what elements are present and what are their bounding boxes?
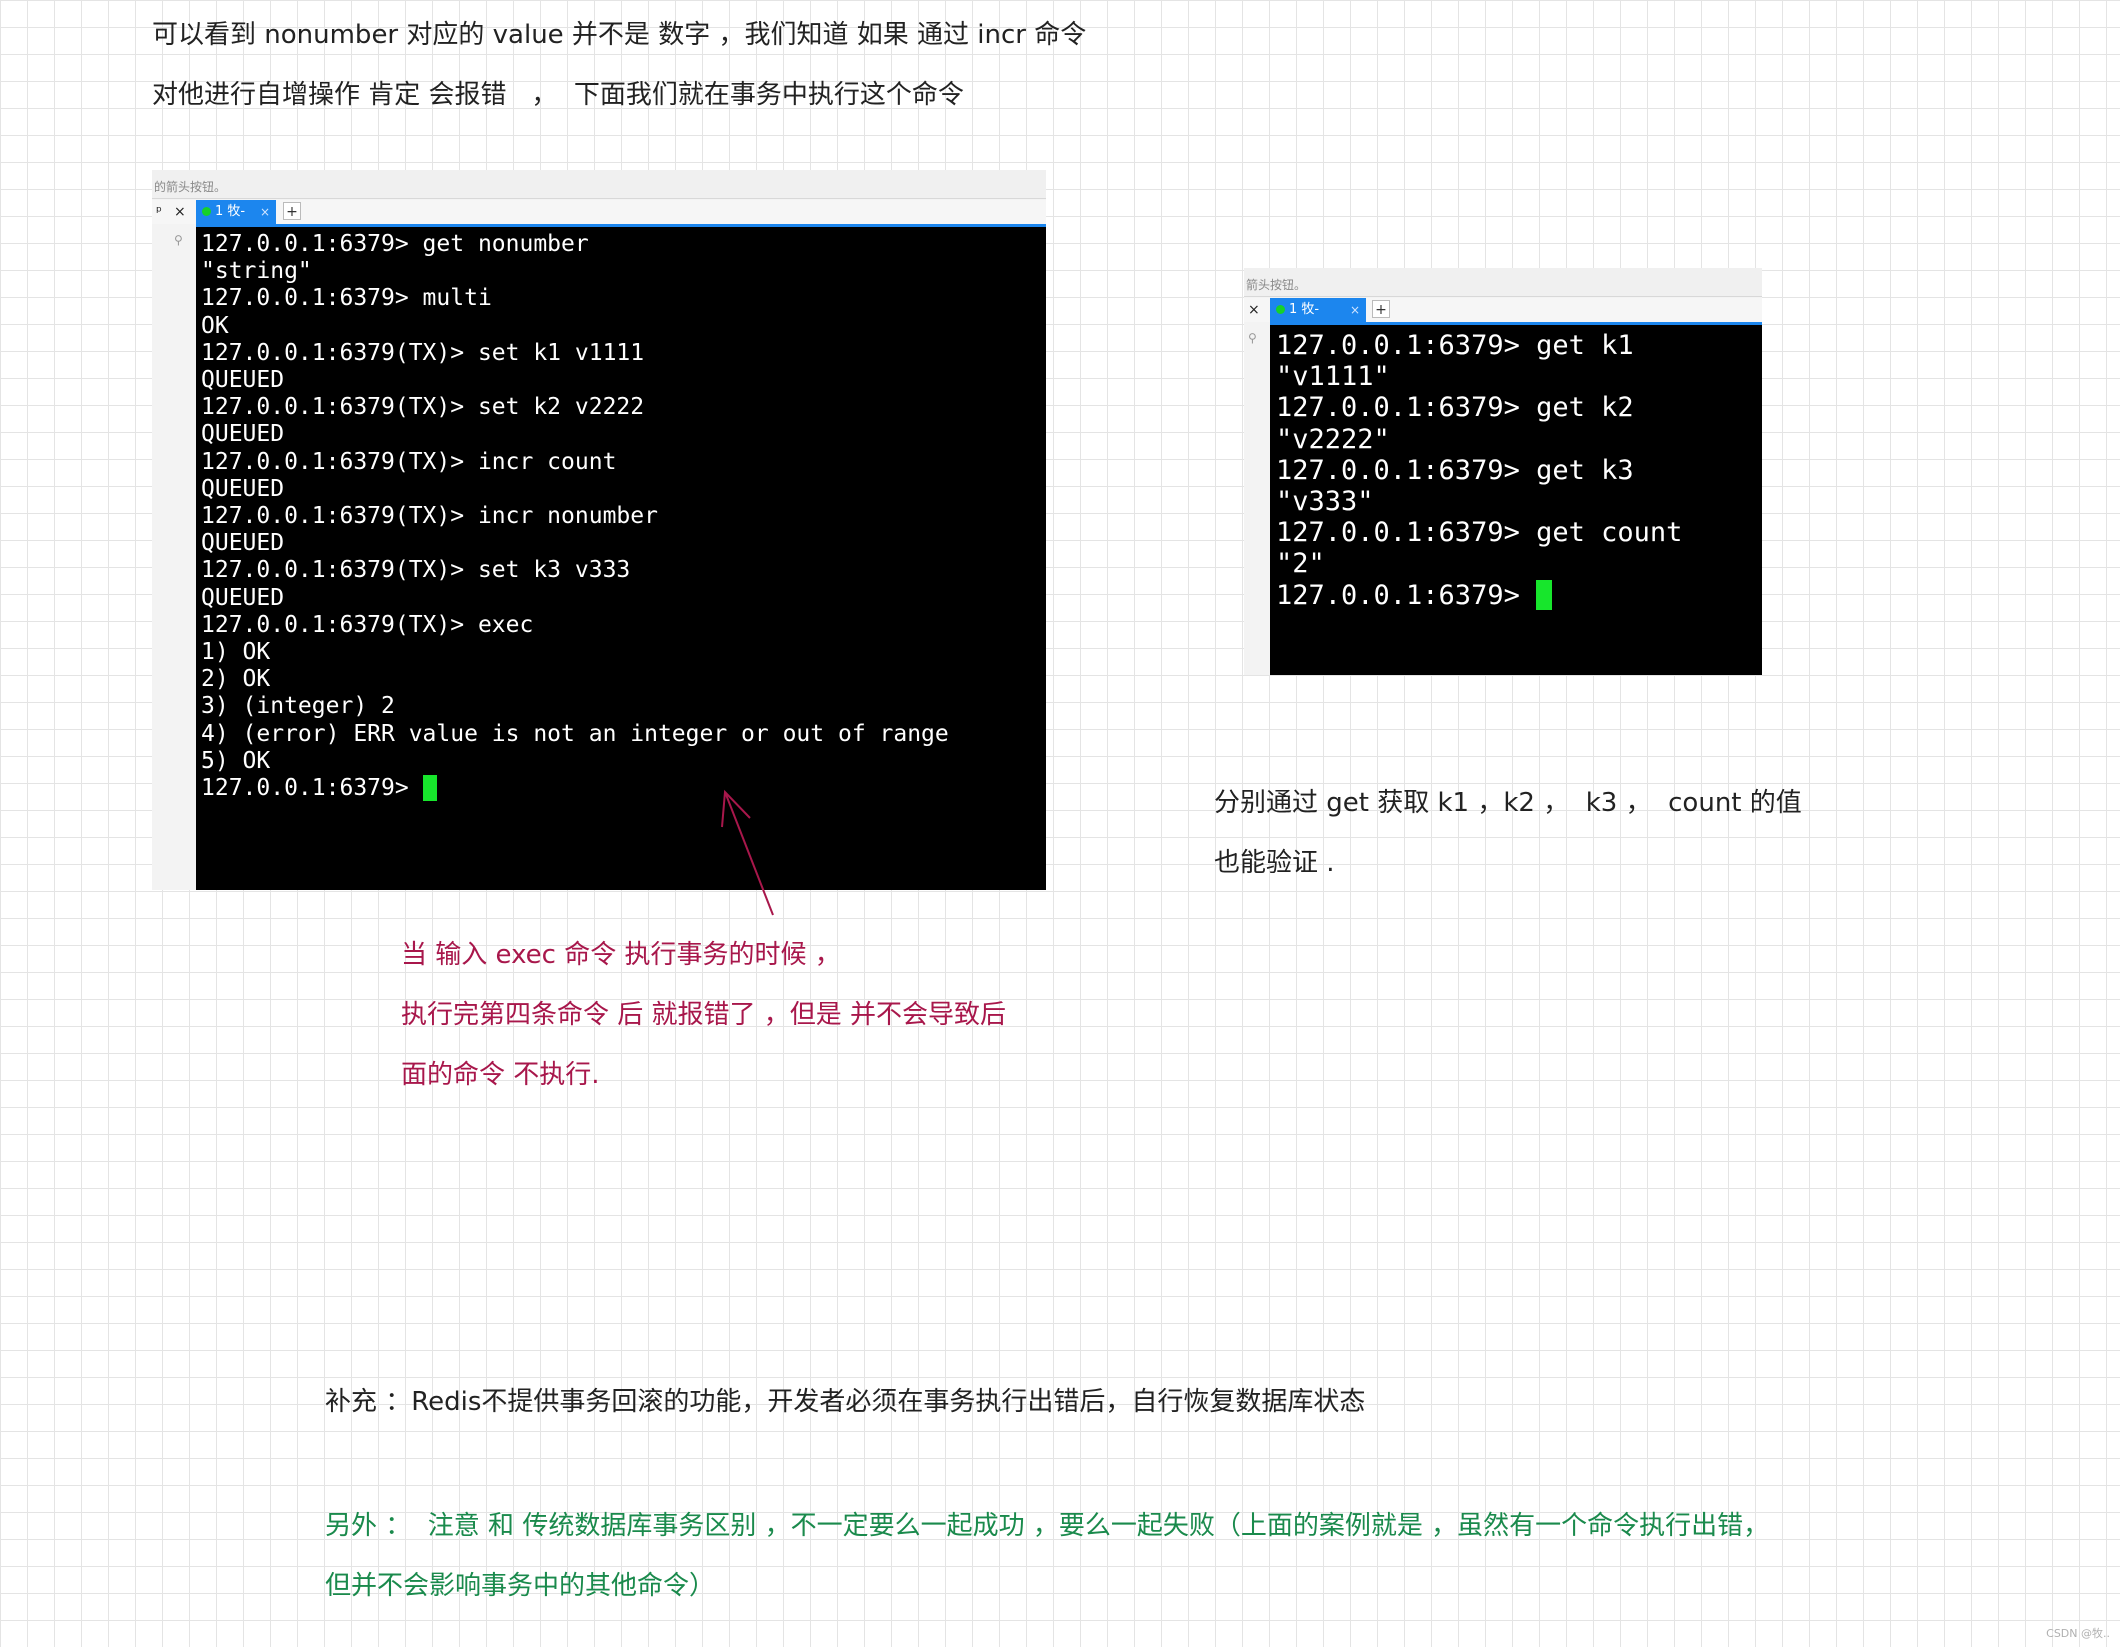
left-close-panel-button[interactable]: × [174, 203, 186, 221]
supplement-note: 补充 ：Redis不提供事务回滚的功能，开发者必须在事务执行出错后，自行恢复数据… [325, 1387, 1366, 1417]
terminal-line: QUEUED [201, 530, 285, 557]
annotation-line-2: 执行完第四条命令 后 就报错了 ，但是 并不会导致后 [401, 1000, 1007, 1030]
terminal-line: QUEUED [201, 584, 285, 611]
extra-note-line-1: 另外 ： 注意 和 传统数据库事务区别 ，不一定要么一起成功 ，要么一起失败（上… [325, 1511, 1770, 1541]
right-tabbar: × 1 牧- × + [1244, 298, 1762, 322]
terminal-line: QUEUED [201, 421, 285, 448]
terminal-line: 2) OK [201, 666, 271, 693]
right-window-titlebar: 箭头按钮。 [1244, 268, 1762, 297]
terminal-prompt: 127.0.0.1:6379> [201, 775, 423, 802]
terminal-line: 127.0.0.1:6379(TX)> incr count [201, 448, 617, 475]
terminal-line: 127.0.0.1:6379> multi [201, 285, 492, 312]
terminal-line: 5) OK [201, 747, 271, 774]
terminal-line: QUEUED [201, 475, 285, 502]
connected-status-icon [1276, 305, 1285, 314]
terminal-line: "2" [1276, 548, 1325, 580]
left-session-tab-label: 1 牧- [215, 204, 246, 219]
right-close-panel-button[interactable]: × [1248, 301, 1260, 319]
annotation-line-1: 当 输入 exec 命令 执行事务的时候 ， [401, 940, 841, 970]
extra-note-line-2: 但并不会影响事务中的其他命令） [325, 1571, 716, 1601]
intro-note-line-1: 可以看到 nonumber 对应的 value 并不是 数字 ，我们知道 如果 … [152, 20, 1087, 50]
terminal-line: 127.0.0.1:6379(TX)> set k3 v333 [201, 557, 631, 584]
terminal-line: 127.0.0.1:6379> get count [1276, 517, 1683, 549]
right-terminal-window: 箭头按钮。 × 1 牧- × + ⚲ 127.0.0.1:6379> get k… [1244, 268, 1762, 675]
right-session-tab-label: 1 牧- [1289, 302, 1320, 317]
terminal-line: 127.0.0.1:6379(TX)> set k1 v1111 [201, 339, 645, 366]
watermark: CSDN @牧.. [2046, 1627, 2110, 1640]
annotation-line-3: 面的命令 不执行. [401, 1060, 600, 1090]
terminal-line: 127.0.0.1:6379(TX)> incr nonumber [201, 503, 658, 530]
left-tab-close-icon[interactable]: × [260, 200, 270, 224]
connected-status-icon [202, 207, 211, 216]
left-terminal-window: 的箭头按钮。 ᵖ × 1 牧- × + ⚲ 127.0.0.1:6379> ge… [152, 170, 1046, 890]
terminal-line: QUEUED [201, 367, 285, 394]
terminal-line: "v1111" [1276, 361, 1390, 393]
terminal-prompt-line: 127.0.0.1:6379> [1276, 579, 1762, 611]
terminal-line: 3) (integer) 2 [201, 693, 395, 720]
left-terminal-output[interactable]: 127.0.0.1:6379> get nonumber "string" 12… [196, 227, 1046, 890]
terminal-line: 1) OK [201, 639, 271, 666]
terminal-line: 4) (error) ERR value is not an integer o… [201, 720, 949, 747]
right-tab-close-icon[interactable]: × [1350, 298, 1360, 322]
right-terminal-output[interactable]: 127.0.0.1:6379> get k1 "v1111" 127.0.0.1… [1270, 325, 1762, 675]
right-search-icon[interactable]: ⚲ [1248, 331, 1257, 345]
terminal-line: "v333" [1276, 486, 1374, 518]
right-note-line-2: 也能验证 . [1214, 848, 1335, 878]
terminal-line: 127.0.0.1:6379> get k2 [1276, 392, 1634, 424]
terminal-line: 127.0.0.1:6379> get k1 [1276, 330, 1634, 361]
terminal-line: OK [201, 312, 229, 339]
terminal-line: 127.0.0.1:6379> get nonumber [201, 231, 589, 257]
terminal-line: 127.0.0.1:6379(TX)> set k2 v2222 [201, 394, 645, 421]
left-tabbar: ᵖ × 1 牧- × + [152, 200, 1046, 224]
right-new-tab-button[interactable]: + [1372, 300, 1390, 318]
terminal-line: 127.0.0.1:6379(TX)> exec [201, 611, 534, 638]
right-session-tab[interactable]: 1 牧- × [1270, 298, 1366, 322]
right-window-hint: 箭头按钮。 [1246, 278, 1307, 292]
left-search-icon[interactable]: ⚲ [174, 233, 183, 247]
terminal-cursor [422, 775, 437, 802]
left-window-titlebar: 的箭头按钮。 [152, 170, 1046, 199]
terminal-prompt: 127.0.0.1:6379> [1276, 579, 1537, 611]
terminal-cursor [1536, 579, 1553, 610]
right-note-line-1: 分别通过 get 获取 k1 ，k2 ， k3 ， count 的值 [1214, 788, 1802, 818]
pin-icon[interactable]: ᵖ [156, 203, 162, 221]
left-session-tab[interactable]: 1 牧- × [196, 200, 276, 224]
intro-note-line-2: 对他进行自增操作 肯定 会报错 ， 下面我们就在事务中执行这个命令 [152, 80, 964, 110]
terminal-line: 127.0.0.1:6379> get k3 [1276, 454, 1634, 486]
left-window-hint: 的箭头按钮。 [154, 180, 227, 194]
terminal-line: "string" [201, 258, 312, 285]
terminal-prompt-line: 127.0.0.1:6379> [201, 775, 1046, 802]
left-new-tab-button[interactable]: + [283, 202, 301, 220]
terminal-line: "v2222" [1276, 423, 1390, 455]
